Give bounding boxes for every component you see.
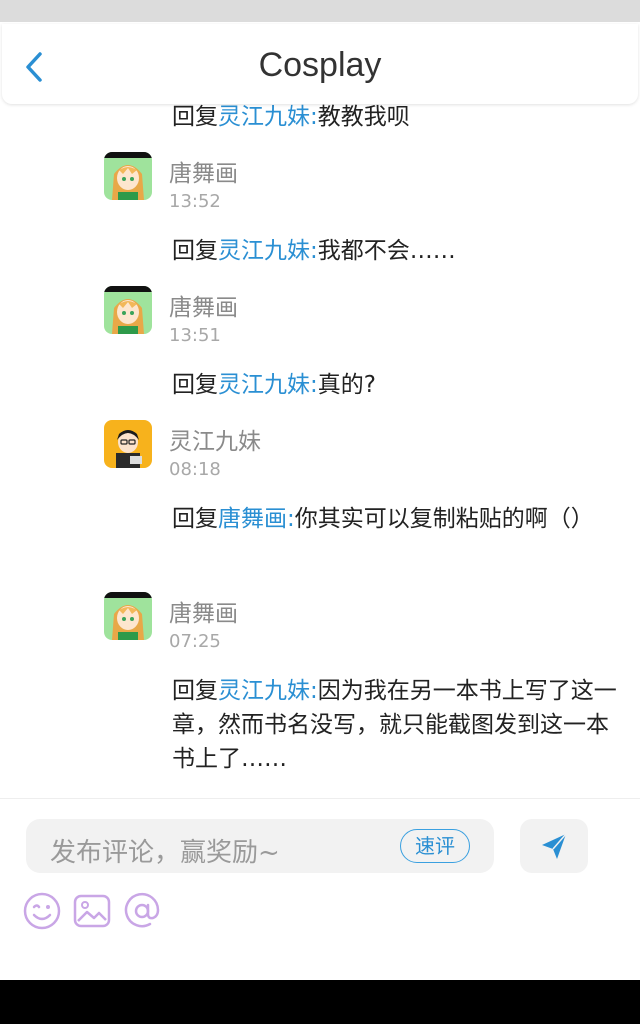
avatar[interactable] (104, 286, 152, 334)
comment-input-placeholder: 发布评论，赢奖励~ (50, 838, 280, 868)
avatar[interactable] (104, 592, 152, 640)
reply-text: 回复灵江九妹:真的? (172, 372, 376, 398)
username[interactable]: 唐舞画 (169, 594, 238, 628)
mention-button[interactable] (122, 891, 162, 931)
reply-text: 回复灵江九妹:教教我呗 (172, 104, 410, 130)
avatar-image (104, 152, 152, 200)
timestamp: 13:52 (169, 191, 221, 212)
timestamp: 13:51 (169, 325, 221, 346)
quick-comment-button[interactable]: 速评 (400, 829, 470, 863)
system-nav-bar (0, 980, 640, 1024)
comment-feed[interactable]: 回复灵江九妹:教教我呗 唐舞画 13:52 回复灵江九妹:我都不会…… 唐舞画 … (0, 104, 640, 798)
image-button[interactable] (72, 891, 112, 931)
at-icon (124, 892, 160, 928)
timestamp: 08:18 (169, 459, 221, 480)
reply-text: 回复唐舞画:你其实可以复制粘贴的啊（） (172, 506, 594, 532)
timestamp: 07:25 (169, 631, 221, 652)
username[interactable]: 灵江九妹 (169, 422, 261, 456)
comment-composer: 发布评论，赢奖励~ 速评 (0, 798, 640, 981)
reply-text: 回复灵江九妹:因为我在另一本书上写了这一章，然而书名没写，就只能截图发到这一本书… (172, 678, 617, 772)
page-title: Cosplay (258, 46, 382, 84)
send-button[interactable] (520, 819, 588, 873)
mention-link[interactable]: 灵江九妹: (218, 104, 318, 130)
username[interactable]: 唐舞画 (169, 288, 238, 322)
reply-text: 回复灵江九妹:我都不会…… (172, 238, 456, 264)
status-bar (0, 0, 640, 22)
emoji-icon (23, 892, 61, 930)
avatar-image (104, 286, 152, 334)
comment-input[interactable]: 发布评论，赢奖励~ 速评 (26, 819, 494, 873)
send-icon (542, 833, 567, 859)
avatar-image (104, 420, 152, 468)
avatar[interactable] (104, 152, 152, 200)
image-icon (73, 894, 111, 928)
mention-link[interactable]: 灵江九妹: (218, 372, 318, 398)
avatar[interactable] (104, 420, 152, 468)
top-nav-bar: Cosplay (2, 24, 638, 104)
mention-link[interactable]: 灵江九妹: (218, 238, 318, 264)
mention-link[interactable]: 唐舞画: (218, 506, 295, 532)
mention-link[interactable]: 灵江九妹: (218, 678, 318, 704)
username[interactable]: 唐舞画 (169, 154, 238, 188)
avatar-image (104, 592, 152, 640)
emoji-button[interactable] (22, 891, 62, 931)
